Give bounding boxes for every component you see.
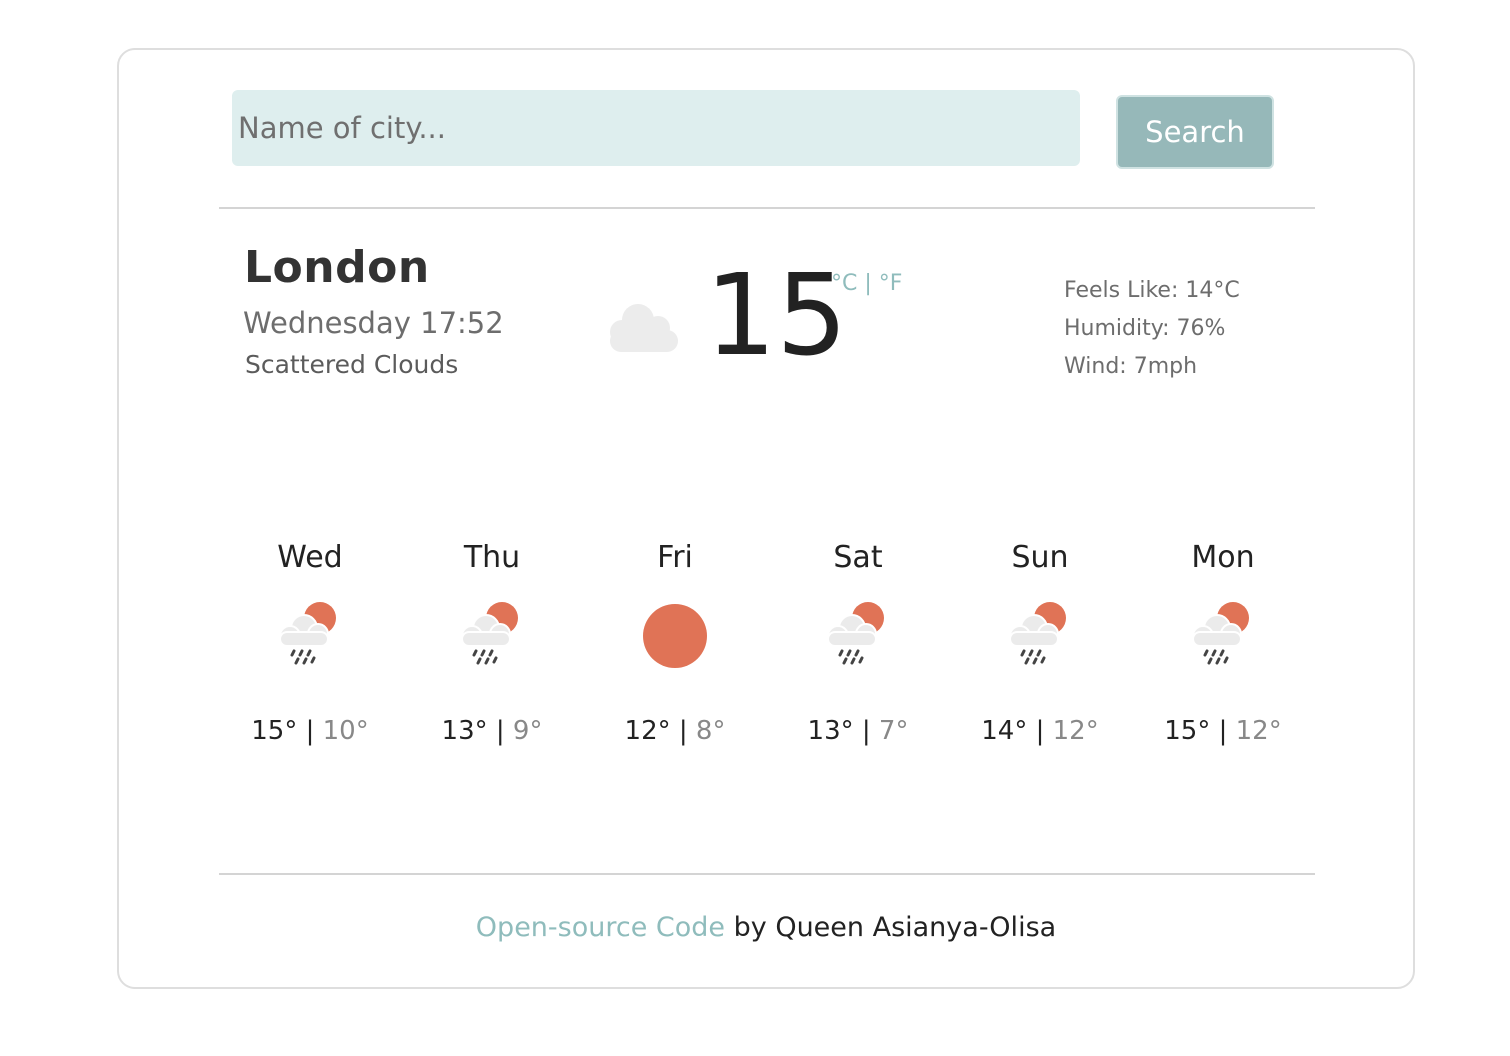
bottom-divider bbox=[219, 873, 1315, 875]
forecast-low: 10° bbox=[322, 716, 369, 746]
forecast-day-name: Sat bbox=[833, 540, 883, 575]
forecast-low: 12° bbox=[1235, 716, 1282, 746]
forecast-low: 9° bbox=[512, 716, 543, 746]
forecast-low: 8° bbox=[695, 716, 726, 746]
forecast-day-name: Thu bbox=[463, 540, 521, 575]
forecast-day: Wed 15° | 10° bbox=[219, 540, 401, 746]
forecast: Wed 15° | 10° Thu 13° | 9° Fri 12° | 8° … bbox=[219, 540, 1315, 760]
forecast-low: 12° bbox=[1052, 716, 1099, 746]
sun-cloud-rain-icon bbox=[826, 600, 886, 665]
sun-icon bbox=[643, 604, 707, 668]
forecast-day: Thu 13° | 9° bbox=[401, 540, 583, 746]
footer-credit: by Queen Asianya-Olisa bbox=[725, 912, 1057, 943]
forecast-temps: 13° | 7° bbox=[767, 716, 949, 746]
sun-cloud-rain-icon bbox=[1191, 600, 1251, 665]
wind: Wind: 7mph bbox=[1064, 354, 1198, 379]
celsius-link[interactable]: °C bbox=[831, 271, 857, 296]
humidity: Humidity: 76% bbox=[1064, 316, 1226, 341]
forecast-high: 13° bbox=[441, 716, 488, 746]
top-divider bbox=[219, 207, 1315, 209]
forecast-separator: | bbox=[861, 716, 871, 746]
forecast-temps: 12° | 8° bbox=[584, 716, 766, 746]
forecast-temps: 15° | 12° bbox=[1132, 716, 1314, 746]
unit-toggle: °C | °F bbox=[831, 271, 902, 296]
forecast-separator: | bbox=[1218, 716, 1228, 746]
forecast-day-name: Mon bbox=[1191, 540, 1255, 575]
forecast-day: Sun 14° | 12° bbox=[949, 540, 1131, 746]
search-form: Search bbox=[232, 90, 1277, 170]
sun-cloud-rain-icon bbox=[278, 600, 338, 665]
forecast-high: 14° bbox=[981, 716, 1028, 746]
forecast-day: Sat 13° | 7° bbox=[767, 540, 949, 746]
forecast-temps: 15° | 10° bbox=[219, 716, 401, 746]
weather-card: Search London Wednesday 17:52 Scattered … bbox=[117, 48, 1415, 989]
forecast-day: Fri 12° | 8° bbox=[584, 540, 766, 746]
city-search-input[interactable] bbox=[232, 90, 1080, 166]
weather-details: Feels Like: 14°C Humidity: 76% Wind: 7mp… bbox=[1064, 272, 1240, 386]
forecast-high: 15° bbox=[251, 716, 298, 746]
feels-like: Feels Like: 14°C bbox=[1064, 278, 1240, 303]
unit-separator: | bbox=[864, 271, 872, 296]
forecast-separator: | bbox=[1035, 716, 1045, 746]
forecast-day: Mon 15° | 12° bbox=[1132, 540, 1314, 746]
cloud-icon bbox=[610, 304, 678, 352]
sun-cloud-rain-icon bbox=[1008, 600, 1068, 665]
fahrenheit-link[interactable]: °F bbox=[879, 271, 903, 296]
forecast-separator: | bbox=[678, 716, 688, 746]
current-datetime: Wednesday 17:52 bbox=[243, 306, 504, 340]
forecast-day-name: Wed bbox=[277, 540, 343, 575]
city-name: London bbox=[244, 242, 430, 293]
forecast-temps: 13° | 9° bbox=[401, 716, 583, 746]
footer: Open-source Code by Queen Asianya-Olisa bbox=[119, 912, 1413, 943]
forecast-high: 15° bbox=[1164, 716, 1211, 746]
current-temperature: 15 bbox=[705, 251, 848, 381]
forecast-temps: 14° | 12° bbox=[949, 716, 1131, 746]
forecast-high: 12° bbox=[624, 716, 671, 746]
forecast-low: 7° bbox=[878, 716, 909, 746]
open-source-code-link[interactable]: Open-source Code bbox=[476, 912, 725, 943]
weather-description: Scattered Clouds bbox=[245, 350, 459, 379]
forecast-high: 13° bbox=[807, 716, 854, 746]
forecast-separator: | bbox=[305, 716, 315, 746]
forecast-day-name: Sun bbox=[1011, 540, 1069, 575]
sun-cloud-rain-icon bbox=[460, 600, 520, 665]
forecast-separator: | bbox=[495, 716, 505, 746]
forecast-day-name: Fri bbox=[657, 540, 693, 575]
search-button[interactable]: Search bbox=[1116, 95, 1274, 169]
